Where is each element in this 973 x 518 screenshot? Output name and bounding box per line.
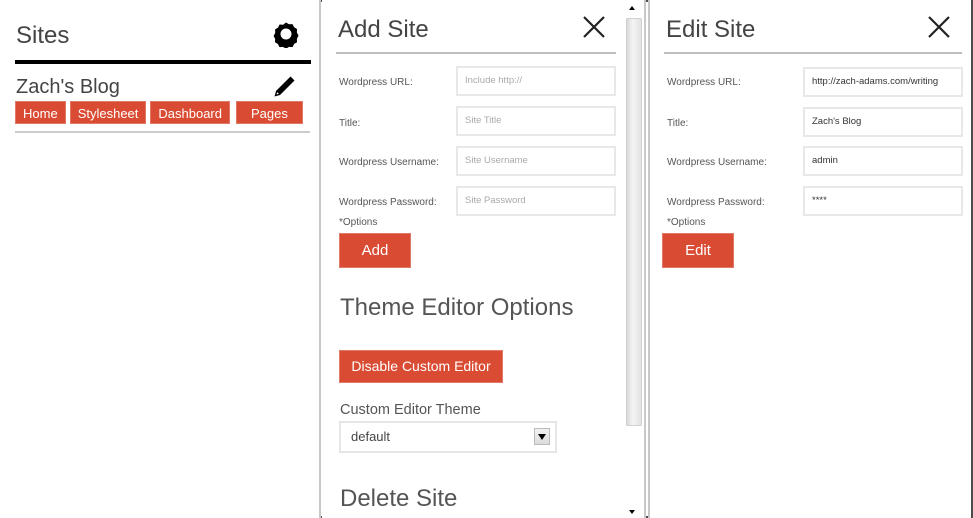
sites-header-divider (15, 60, 311, 64)
url-label: Wordpress URL: (339, 77, 413, 88)
password-input[interactable]: Site Password (456, 186, 616, 216)
sites-title: Sites (16, 22, 70, 49)
scroll-up-icon[interactable] (629, 6, 635, 10)
add-site-panel: Add Site Wordpress URL: Include http:// … (322, 0, 644, 518)
disable-custom-editor-button[interactable]: Disable Custom Editor (339, 350, 503, 383)
chevron-down-icon[interactable] (534, 428, 550, 445)
dashboard-button[interactable]: Dashboard (150, 101, 230, 124)
title-label: Title: (667, 118, 689, 129)
title-label: Title: (339, 118, 361, 129)
username-label: Wordpress Username: (667, 157, 767, 168)
password-label: Wordpress Password: (339, 197, 437, 208)
add-button[interactable]: Add (339, 233, 411, 268)
scrollbar-thumb[interactable] (626, 18, 642, 426)
password-input[interactable]: **** (803, 186, 963, 216)
username-input[interactable]: admin (803, 146, 963, 176)
title-input[interactable]: Site Title (456, 106, 616, 136)
add-site-title: Add Site (338, 16, 429, 43)
gear-icon[interactable] (272, 20, 300, 48)
pages-button[interactable]: Pages (236, 101, 303, 124)
options-note: *Options (339, 217, 378, 228)
stylesheet-button[interactable]: Stylesheet (69, 101, 147, 124)
editor-theme-select[interactable]: default (339, 421, 557, 453)
scroll-down-icon[interactable] (629, 510, 635, 514)
title-input[interactable]: Zach's Blog (803, 107, 963, 137)
site-item-divider (15, 131, 310, 133)
sites-panel: Sites Zach's Blog Home Stylesheet Dashbo… (0, 0, 320, 518)
theme-editor-title: Theme Editor Options (340, 294, 574, 321)
options-note: *Options (667, 217, 706, 228)
url-label: Wordpress URL: (667, 77, 741, 88)
edit-site-title: Edit Site (666, 16, 756, 43)
delete-site-title: Delete Site (340, 485, 458, 512)
site-name: Zach's Blog (16, 76, 120, 98)
edit-button[interactable]: Edit (662, 233, 734, 268)
password-label: Wordpress Password: (667, 197, 765, 208)
pencil-icon[interactable] (270, 73, 298, 101)
editor-theme-value: default (351, 429, 391, 444)
close-icon[interactable] (581, 14, 607, 40)
url-input[interactable]: http://zach-adams.com/writing (803, 67, 963, 97)
close-icon[interactable] (926, 14, 952, 40)
add-site-divider (336, 52, 616, 54)
edit-site-panel: Edit Site Wordpress URL: http://zach-ada… (650, 0, 971, 518)
site-action-buttons: Home Stylesheet Dashboard Pages (15, 101, 303, 124)
username-input[interactable]: Site Username (456, 146, 616, 176)
panel-divider (644, 0, 646, 518)
panel-divider (319, 0, 321, 518)
url-input[interactable]: Include http:// (456, 66, 616, 96)
edit-site-divider (664, 52, 962, 54)
username-label: Wordpress Username: (339, 157, 439, 168)
home-button[interactable]: Home (15, 101, 66, 124)
editor-theme-label: Custom Editor Theme (340, 402, 481, 418)
scrollbar[interactable] (622, 0, 642, 518)
